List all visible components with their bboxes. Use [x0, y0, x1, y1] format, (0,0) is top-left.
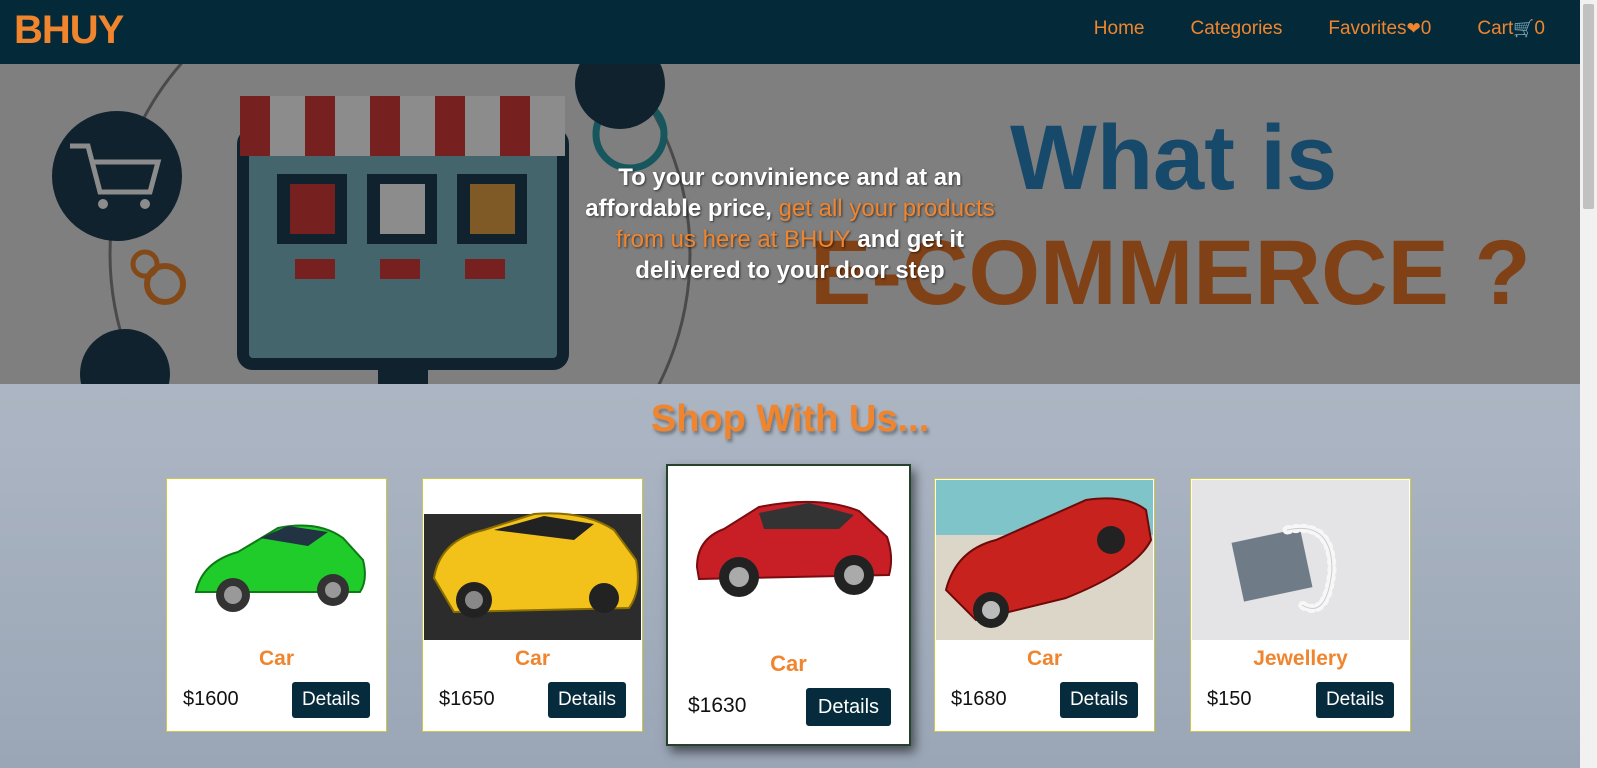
product-image	[669, 467, 908, 637]
product-image	[168, 480, 385, 640]
navbar: BHUY Home Categories Favorites❤0 Cart🛒0	[0, 0, 1580, 64]
vertical-scrollbar[interactable]	[1580, 0, 1597, 768]
nav-home-link[interactable]: Home	[1094, 18, 1145, 40]
details-button[interactable]: Details	[292, 682, 370, 718]
cart-count: 0	[1534, 18, 1545, 39]
nav-categories-link[interactable]: Categories	[1190, 18, 1282, 40]
product-name: Car	[514, 647, 551, 670]
product-card-featured: Car $1630 Details	[666, 464, 911, 746]
product-name: Car	[1026, 647, 1063, 670]
nav-links: Home Categories Favorites❤0 Cart🛒0	[1094, 18, 1545, 40]
product-price: $1680	[951, 688, 1007, 710]
hero-banner: What is E-COMMERCE ? To your convinience…	[0, 64, 1580, 384]
product-price: $1630	[688, 694, 747, 717]
product-name: Car	[258, 647, 295, 670]
cart-icon: 🛒	[1513, 19, 1535, 38]
product-card: Car $1600 Details	[166, 478, 387, 732]
product-image	[424, 480, 641, 640]
section-title: Shop With Us...	[650, 398, 930, 440]
product-name: Jewellery	[1253, 647, 1348, 670]
brand-logo[interactable]: BHUY	[14, 8, 124, 53]
product-card: Car $1650 Details	[422, 478, 643, 732]
nav-favorites-label: Favorites	[1328, 18, 1407, 39]
favorites-count: 0	[1420, 18, 1432, 39]
product-image	[936, 480, 1153, 640]
product-card: Car $1680 Details	[934, 478, 1155, 732]
details-button[interactable]: Details	[806, 688, 891, 726]
nav-favorites-link[interactable]: Favorites❤0	[1328, 18, 1431, 40]
details-button[interactable]: Details	[1060, 682, 1138, 718]
heart-icon: ❤	[1406, 19, 1421, 38]
scrollbar-thumb[interactable]	[1583, 4, 1594, 209]
details-button[interactable]: Details	[1316, 682, 1394, 718]
nav-cart-label: Cart	[1477, 18, 1514, 39]
product-card: Jewellery $150 Details	[1190, 478, 1411, 732]
product-price: $1600	[183, 688, 239, 710]
product-price: $1650	[439, 688, 495, 710]
nav-cart-link[interactable]: Cart🛒0	[1477, 18, 1545, 40]
product-price: $150	[1207, 688, 1252, 710]
details-button[interactable]: Details	[548, 682, 626, 718]
hero-tagline: To your convinience and at an affordable…	[560, 162, 1020, 286]
product-image	[1192, 480, 1409, 640]
product-name: Car	[770, 651, 807, 676]
